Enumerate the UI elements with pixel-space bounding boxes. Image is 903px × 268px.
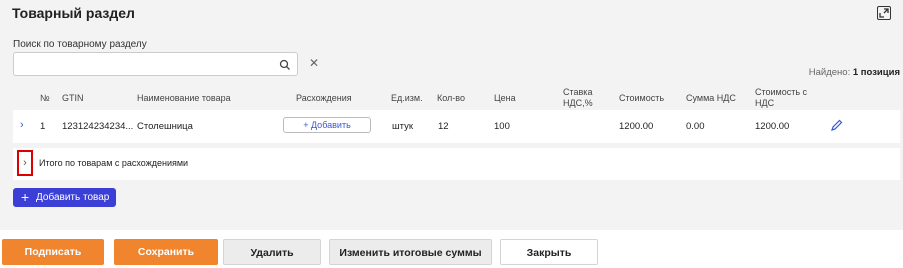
- col-cost: Стоимость: [619, 93, 665, 103]
- row-unit: штук: [392, 121, 413, 132]
- row-num: 1: [40, 121, 46, 132]
- delete-button[interactable]: Удалить: [223, 239, 321, 265]
- found-count: 1 позиция: [852, 67, 900, 78]
- totals-label: Итого по товарам с расхождениями: [39, 158, 189, 168]
- section-title: Товарный раздел: [12, 5, 135, 21]
- row-cost: 1200.00: [619, 121, 654, 132]
- search-input[interactable]: [13, 52, 298, 76]
- add-product-label: Добавить товар: [36, 192, 110, 203]
- col-gtin: GTIN: [62, 93, 84, 103]
- clear-search-icon[interactable]: ✕: [309, 56, 319, 70]
- plus-icon: +: [21, 189, 30, 205]
- add-discrepancy-button[interactable]: + Добавить: [283, 117, 371, 133]
- sign-button[interactable]: Подписать: [2, 239, 104, 265]
- found-counter: Найдено: 1 позиция: [809, 67, 900, 78]
- add-product-button[interactable]: + Добавить товар: [13, 188, 116, 207]
- col-price: Цена: [494, 93, 516, 103]
- col-diff: Расхождения: [296, 93, 352, 103]
- found-prefix: Найдено:: [808, 67, 851, 78]
- row-cost-with-vat: 1200.00: [755, 121, 790, 132]
- row-vat-sum: 0.00: [686, 121, 705, 132]
- row-qty: 12: [438, 121, 449, 132]
- search-icon[interactable]: [279, 58, 291, 76]
- table-header: № GTIN Наименование товара Расхождения Е…: [13, 86, 900, 110]
- save-button[interactable]: Сохранить: [114, 239, 218, 265]
- expand-icon[interactable]: [877, 6, 891, 20]
- row-gtin: 123124234234...: [62, 121, 134, 132]
- product-section-panel: Товарный раздел Поиск по товарному разде…: [0, 0, 903, 230]
- search-label: Поиск по товарному разделу: [13, 39, 147, 50]
- close-button[interactable]: Закрыть: [500, 239, 598, 265]
- col-qty: Кол-во: [437, 93, 465, 103]
- row-name: Столешница: [137, 121, 193, 132]
- col-vat-rate: Ставка НДС,%: [563, 87, 593, 108]
- col-vat-sum: Сумма НДС: [686, 93, 736, 103]
- col-unit: Ед.изм.: [391, 93, 423, 103]
- products-table: № GTIN Наименование товара Расхождения Е…: [13, 86, 900, 143]
- row-price: 100: [494, 121, 510, 132]
- col-num: №: [40, 93, 50, 103]
- expand-row-chevron-icon[interactable]: ›: [20, 119, 24, 131]
- col-cost-with-vat: Стоимость с НДС: [755, 87, 808, 108]
- totals-expand-chevron-icon[interactable]: ›: [17, 150, 33, 176]
- totals-row: › Итого по товарам с расхождениями: [13, 148, 900, 180]
- change-totals-button[interactable]: Изменить итоговые суммы: [329, 239, 492, 265]
- col-name: Наименование товара: [137, 93, 231, 103]
- edit-pencil-icon[interactable]: [830, 119, 843, 137]
